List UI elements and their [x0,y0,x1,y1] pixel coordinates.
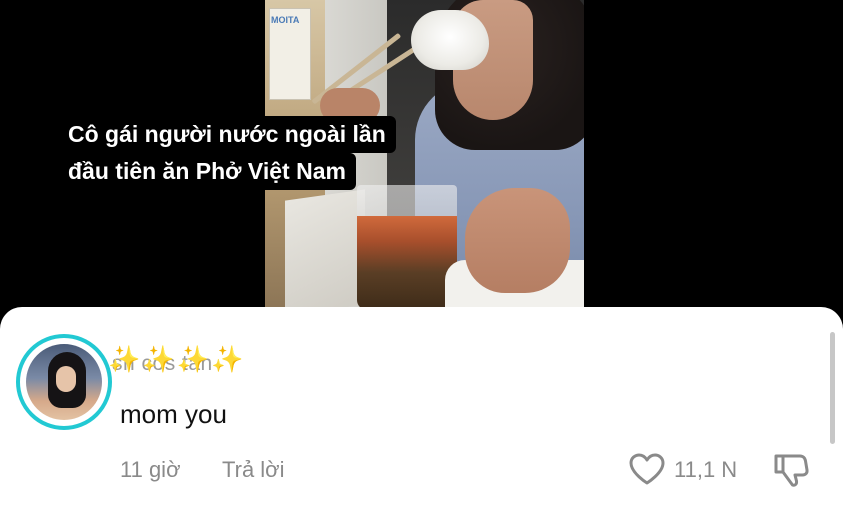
avatar[interactable] [16,334,112,430]
video-caption: Cô gái người nước ngoài lần đầu tiên ăn … [58,116,396,190]
video-poster: MOITA [269,8,311,100]
heart-outline-icon[interactable] [628,452,666,486]
caption-line-2: đầu tiên ăn Phở Việt Nam [58,153,356,190]
scrollbar[interactable] [830,332,835,444]
like-count: 11,1 N [674,457,738,482]
caption-line-1: Cô gái người nước ngoài lần [58,116,396,153]
poster-text: MOITA [271,15,300,25]
reply-button[interactable]: Trả lời [222,457,285,483]
pho-cup [357,185,457,310]
video-person-hand-right [465,188,570,293]
avatar-face [56,366,76,392]
takeout-box [285,189,365,310]
screen: MOITA Cô gái người nước ngoài lần đầu ti… [0,0,843,512]
rice-bite [411,10,489,70]
avatar-image [26,344,102,420]
comment-timestamp: 11 giờ [120,457,181,482]
thumbs-down-outline-icon[interactable] [772,452,810,488]
sparkles-icon: ✨✨✨✨ [108,344,246,374]
comment-sheet: sn cos tan ✨✨✨✨ mom you 11 giờ Trả lời 1… [0,307,843,512]
comment-text: mom you [120,399,227,429]
